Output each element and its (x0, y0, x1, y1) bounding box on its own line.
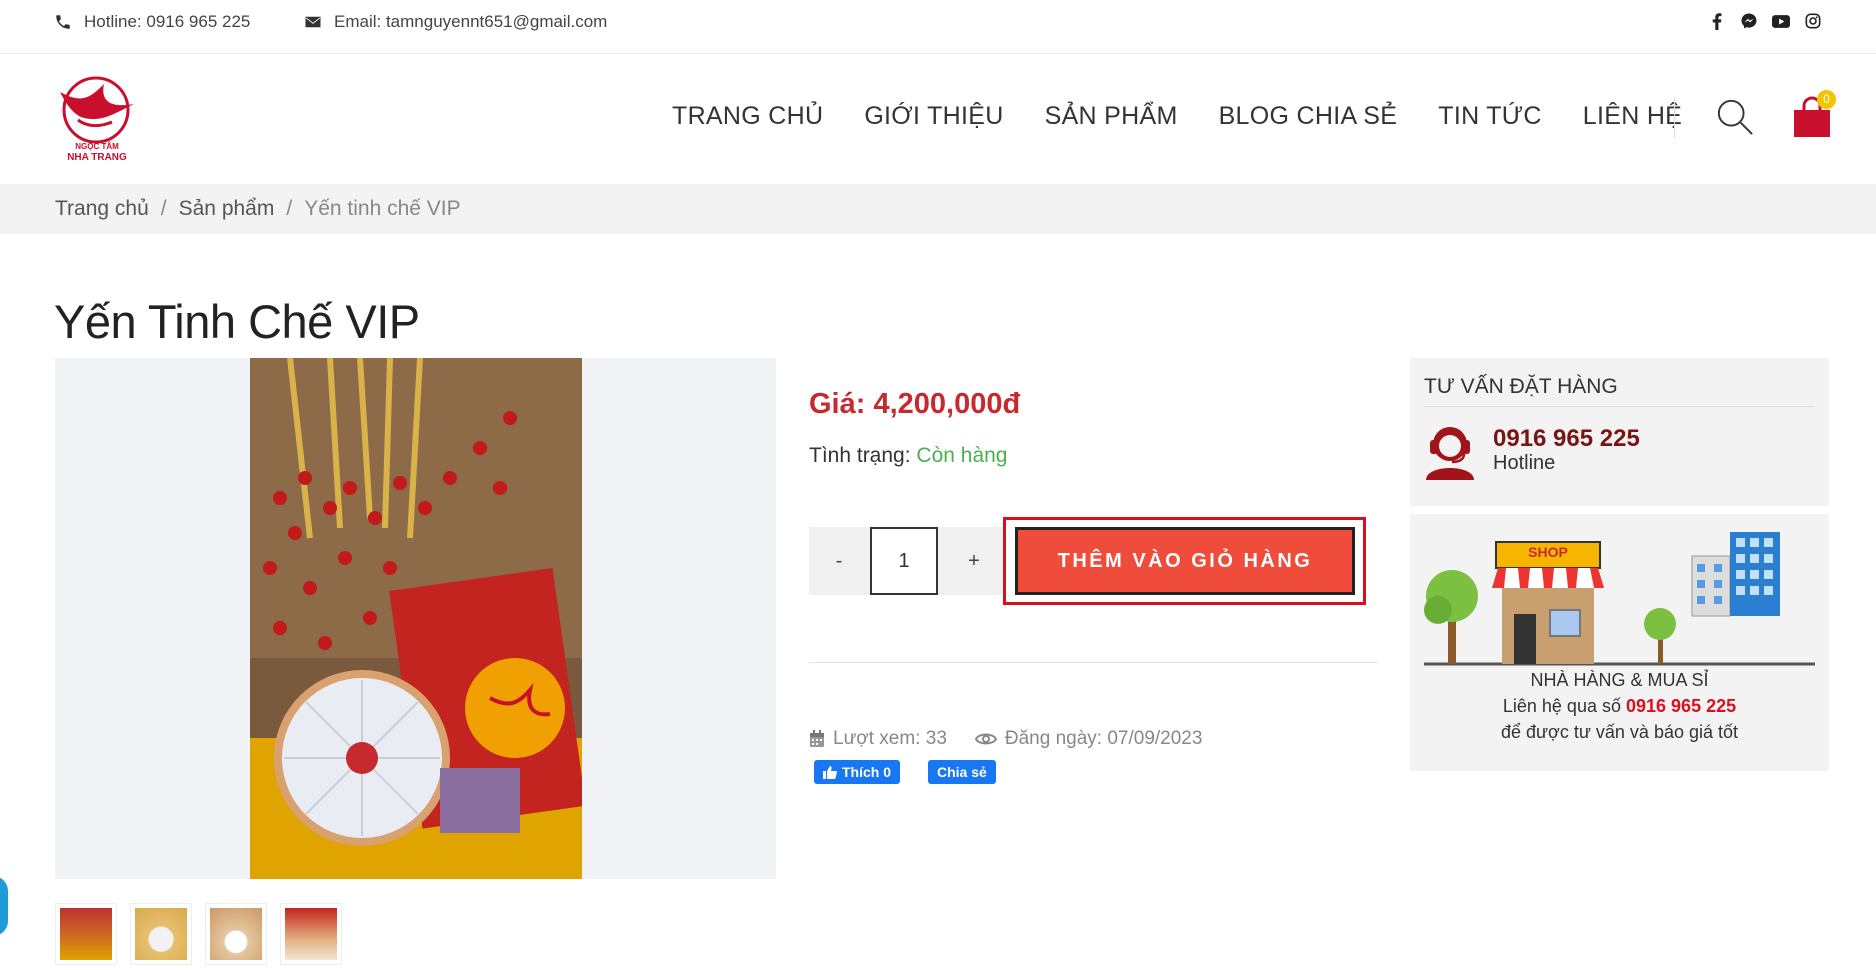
youtube-icon[interactable] (1772, 12, 1790, 30)
hotline-label: Hotline (1493, 452, 1556, 474)
top-bar: Hotline: 0916 965 225 Email: tamnguyennt… (0, 0, 1876, 54)
nav-item-products[interactable]: SẢN PHẨM (1045, 102, 1178, 131)
nav-item-about[interactable]: GIỚI THIỆU (864, 102, 1003, 131)
post-date: Đăng ngày: 07/09/2023 (1004, 728, 1203, 749)
envelope-icon (305, 16, 321, 28)
breadcrumb-home[interactable]: Trang chủ (55, 197, 149, 221)
thumbnail-strip (55, 903, 342, 965)
nav-item-news[interactable]: TIN TỨC (1438, 102, 1542, 131)
breadcrumb-current: Yến tinh chế VIP (304, 197, 461, 220)
instagram-icon[interactable] (1804, 12, 1822, 30)
breadcrumb-separator: / (286, 197, 293, 220)
product-title: Yến Tinh Chế VIP (54, 295, 420, 348)
messenger-icon[interactable] (1740, 12, 1758, 30)
wholesale-phone[interactable]: 0916 965 225 (1626, 696, 1736, 716)
stock-status: Tình trạng: Còn hàng (809, 444, 1007, 468)
thumbnail[interactable] (130, 903, 192, 965)
nav-item-contact[interactable]: LIÊN HỆ (1583, 102, 1682, 131)
view-count: Lượt xem: 33 (833, 728, 947, 749)
breadcrumb-products[interactable]: Sản phẩm (179, 197, 275, 221)
hotline-contact[interactable]: Hotline: 0916 965 225 (54, 12, 250, 32)
hotline-number[interactable]: 0916 965 225 (1493, 425, 1640, 453)
hotline-text: Hotline: 0916 965 225 (84, 12, 251, 31)
headset-support-icon (1426, 427, 1474, 480)
social-links (1708, 12, 1822, 30)
wholesale-box: SHOP NHÀ HÀNG & MUA SỈ Liên hệ qua số 09… (1410, 514, 1829, 771)
facebook-share-button[interactable]: Chia sẻ (928, 760, 996, 784)
divider (1424, 406, 1815, 407)
product-photo (250, 358, 582, 879)
bird-logo-icon (60, 76, 134, 144)
breadcrumb: Trang chủ / Sản phẩm / Yến tinh chế VIP (55, 197, 461, 221)
shop-illustration: SHOP (1424, 524, 1815, 666)
breadcrumb-separator: / (160, 197, 167, 220)
quantity-stepper: - 1 + (809, 527, 1004, 595)
facebook-icon[interactable] (1708, 12, 1726, 30)
wholesale-note: để được tư vấn và báo giá tốt (1500, 722, 1739, 742)
main-nav: TRANG CHỦ GIỚI THIỆU SẢN PHẨM BLOG CHIA … (672, 102, 1723, 131)
brand-logo[interactable]: NGỌC TÂM NHA TRANG (54, 74, 140, 166)
facebook-like-button[interactable]: Thích 0 (814, 760, 901, 784)
stock-status-value: Còn hàng (916, 444, 1008, 467)
quantity-increase-button[interactable]: + (944, 527, 1004, 595)
thumbnail[interactable] (55, 903, 117, 965)
email-contact[interactable]: Email: tamnguyennt651@gmail.com (304, 12, 607, 32)
email-text: Email: tamnguyennt651@gmail.com (334, 12, 608, 31)
add-to-cart-highlight: THÊM VÀO GIỎ HÀNG (1003, 517, 1366, 605)
quantity-input[interactable]: 1 (870, 527, 938, 595)
logo-line2: NHA TRANG (67, 152, 127, 163)
divider (809, 662, 1378, 663)
wholesale-title: NHÀ HÀNG & MUA SỈ (1530, 670, 1709, 690)
eye-icon (974, 733, 997, 745)
wholesale-contact: Liên hệ qua số 0916 965 225 (1410, 696, 1829, 717)
order-consult-title: TƯ VẤN ĐẶT HÀNG (1424, 375, 1618, 398)
nav-divider (1674, 98, 1675, 138)
phone-icon (56, 15, 70, 29)
stock-status-label: Tình trạng: (809, 444, 911, 467)
logo-line1: NGỌC TÂM (75, 142, 119, 151)
thumbs-up-icon (823, 765, 837, 779)
product-price: Giá: 4,200,000đ (809, 388, 1021, 420)
search-icon[interactable] (1716, 98, 1754, 136)
thumbnail[interactable] (280, 903, 342, 965)
breadcrumb-bar: Trang chủ / Sản phẩm / Yến tinh chế VIP (0, 184, 1876, 234)
calendar-icon (810, 730, 824, 747)
shop-sign-text: SHOP (1528, 544, 1568, 560)
facebook-like-label: Thích 0 (842, 764, 892, 780)
add-to-cart-button[interactable]: THÊM VÀO GIỎ HÀNG (1015, 527, 1355, 595)
main-header: NGỌC TÂM NHA TRANG TRANG CHỦ GIỚI THIỆU … (0, 54, 1876, 184)
thumbnail[interactable] (205, 903, 267, 965)
order-consult-box: TƯ VẤN ĐẶT HÀNG 0916 965 225 Hotline (1410, 358, 1829, 506)
product-main-image[interactable] (55, 358, 776, 879)
floating-contact-button[interactable] (0, 876, 8, 936)
wholesale-contact-prefix: Liên hệ qua số (1502, 696, 1621, 716)
quantity-decrease-button[interactable]: - (809, 527, 869, 595)
product-meta: Lượt xem: 33 Đăng ngày: 07/09/2023 (809, 728, 1202, 750)
nav-item-home[interactable]: TRANG CHỦ (672, 102, 823, 131)
nav-item-blog[interactable]: BLOG CHIA SẺ (1219, 102, 1398, 131)
cart-count-badge: 0 (1817, 90, 1836, 109)
facebook-share-label: Chia sẻ (937, 764, 987, 780)
